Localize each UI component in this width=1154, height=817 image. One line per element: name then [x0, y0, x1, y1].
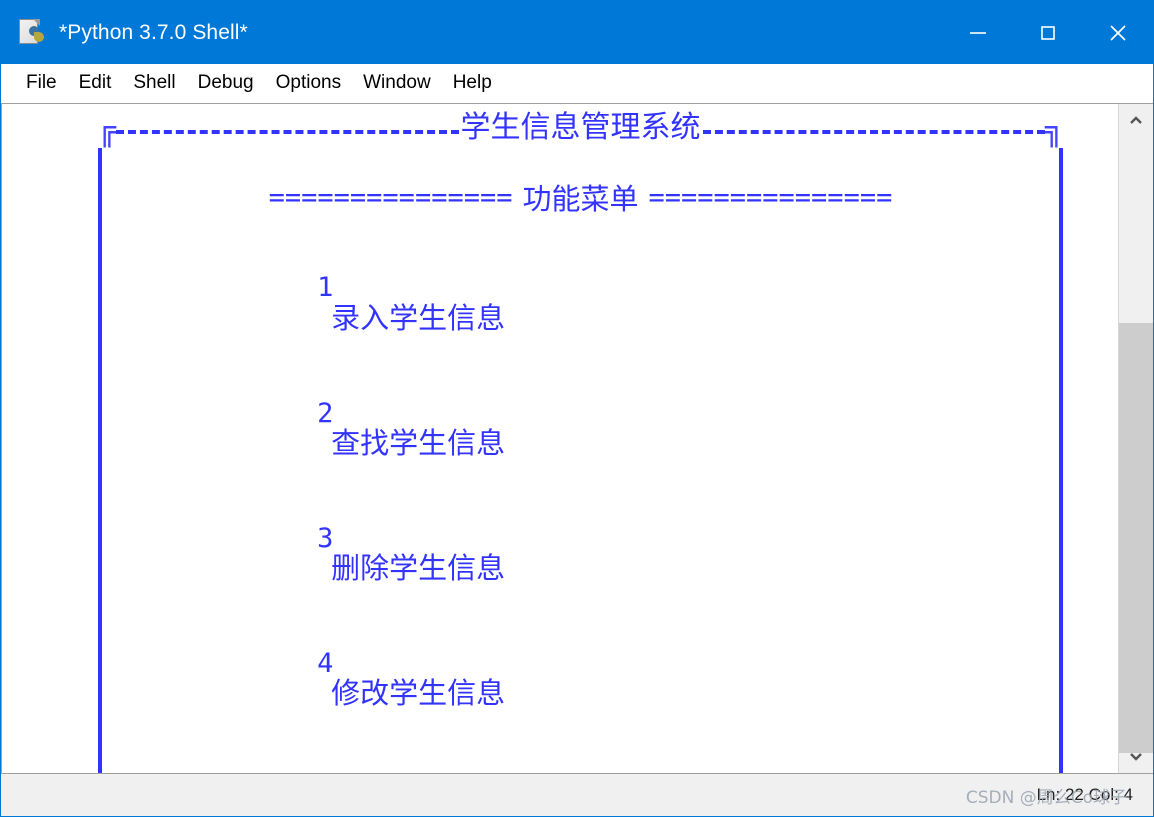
menu-item-shell[interactable]: Shell [122, 70, 186, 96]
box-dash-right [702, 130, 1045, 134]
menu-item-edit[interactable]: Edit [68, 70, 123, 96]
shell-body: ╔ 学生信息管理系统 ╗ =============== 功能菜单 ======… [1, 103, 1153, 773]
menu-option-label: 删除学生信息 [331, 551, 506, 586]
menu-option-key: 4 [317, 648, 334, 680]
header-rule-right: =============== [648, 181, 893, 213]
box-top-rule: ╔ 学生信息管理系统 ╗ [98, 110, 1063, 148]
list-item[interactable]: 4 修改学生信息 [188, 616, 1059, 741]
cursor-position-status: Ln: 22 Col: 4 [1036, 785, 1133, 804]
chevron-up-icon[interactable] [1119, 104, 1153, 138]
minimize-button[interactable] [943, 1, 1013, 64]
menu-item-help[interactable]: Help [442, 70, 503, 96]
system-title: 学生信息管理系统 [460, 110, 701, 145]
box-inner-content: =============== 功能菜单 =============== 1 录… [98, 148, 1063, 773]
ascii-menu-box: ╔ 学生信息管理系统 ╗ =============== 功能菜单 ======… [98, 110, 1063, 773]
menu-option-key: 3 [317, 522, 334, 554]
vertical-scrollbar[interactable] [1118, 104, 1153, 773]
menu-bar: File Edit Shell Debug Options Window Hel… [1, 64, 1153, 103]
menu-option-key: 1 [317, 272, 334, 304]
title-bar: *Python 3.7.0 Shell* [1, 1, 1153, 64]
status-bar: Ln: 22 Col: 4 CSDN @周么Co球子 [1, 773, 1153, 816]
function-menu-header: =============== 功能菜单 =============== [102, 176, 1059, 218]
python-file-icon [17, 18, 47, 48]
scrollbar-track[interactable] [1119, 138, 1153, 753]
shell-text-area[interactable]: ╔ 学生信息管理系统 ╗ =============== 功能菜单 ======… [1, 104, 1118, 773]
close-button[interactable] [1083, 1, 1153, 64]
scrollbar-thumb[interactable] [1119, 323, 1153, 753]
menu-option-label: 录入学生信息 [331, 300, 506, 335]
window-controls [943, 1, 1153, 64]
menu-option-label: 修改学生信息 [331, 676, 506, 711]
menu-item-window[interactable]: Window [352, 70, 442, 96]
python-idle-shell-window: *Python 3.7.0 Shell* File Edit Shell Deb… [0, 0, 1154, 817]
window-title: *Python 3.7.0 Shell* [59, 20, 248, 44]
menu-item-file[interactable]: File [15, 70, 68, 96]
menu-option-label: 查找学生信息 [331, 425, 506, 460]
list-item[interactable]: 1 录入学生信息 [188, 240, 1059, 365]
function-menu-title: 功能菜单 [522, 182, 639, 216]
menu-item-debug[interactable]: Debug [187, 70, 265, 96]
list-item[interactable]: 3 删除学生信息 [188, 491, 1059, 616]
list-item[interactable]: 2 查找学生信息 [188, 365, 1059, 490]
box-dash-left [116, 130, 459, 134]
list-item[interactable]: 5 排序 [188, 741, 1059, 773]
maximize-button[interactable] [1013, 1, 1083, 64]
menu-item-options[interactable]: Options [265, 70, 352, 96]
box-corner-top-right: ╗ [1044, 113, 1063, 148]
header-rule-left: =============== [268, 181, 513, 213]
menu-item-list: 1 录入学生信息 2 查找学生信息 3 删除学生信息 4 修改学生信息 [188, 240, 1059, 773]
box-corner-top-left: ╔ [98, 113, 117, 148]
menu-option-key: 2 [317, 397, 334, 429]
